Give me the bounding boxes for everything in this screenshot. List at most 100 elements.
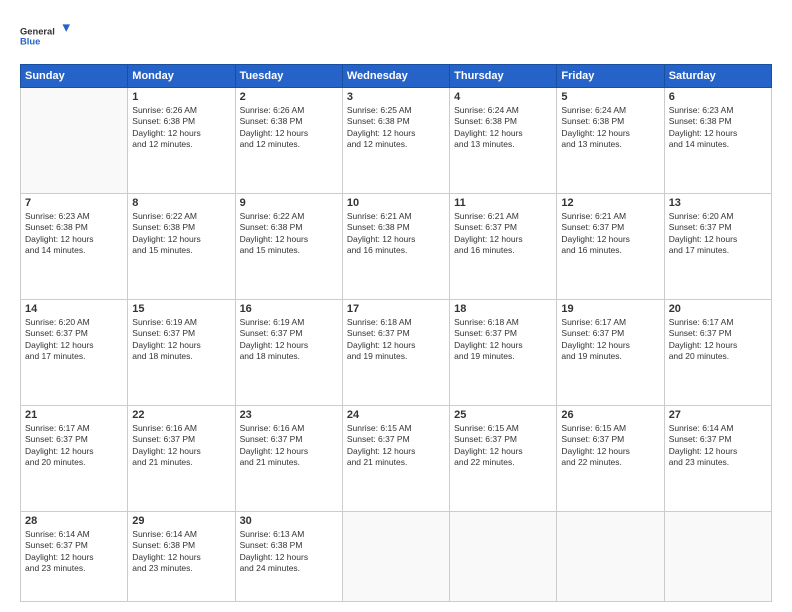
calendar-cell: 13 Sunrise: 6:20 AMSunset: 6:37 PMDayligh… <box>664 193 771 299</box>
day-number: 9 <box>240 197 338 209</box>
day-number: 6 <box>669 91 767 103</box>
logo: General Blue <box>20 16 70 54</box>
day-number: 11 <box>454 197 552 209</box>
weekday-header-wednesday: Wednesday <box>342 65 449 88</box>
day-info: Sunrise: 6:18 AMSunset: 6:37 PMDaylight:… <box>454 317 552 363</box>
weekday-header-friday: Friday <box>557 65 664 88</box>
day-info: Sunrise: 6:15 AMSunset: 6:37 PMDaylight:… <box>561 423 659 469</box>
day-info: Sunrise: 6:21 AMSunset: 6:37 PMDaylight:… <box>561 211 659 257</box>
day-number: 25 <box>454 409 552 421</box>
calendar-cell: 21 Sunrise: 6:17 AMSunset: 6:37 PMDayligh… <box>21 405 128 511</box>
calendar-cell: 14 Sunrise: 6:20 AMSunset: 6:37 PMDayligh… <box>21 299 128 405</box>
day-number: 21 <box>25 409 123 421</box>
calendar-cell: 16 Sunrise: 6:19 AMSunset: 6:37 PMDayligh… <box>235 299 342 405</box>
day-info: Sunrise: 6:16 AMSunset: 6:37 PMDaylight:… <box>240 423 338 469</box>
calendar-cell: 2 Sunrise: 6:26 AMSunset: 6:38 PMDaylight… <box>235 88 342 194</box>
day-info: Sunrise: 6:14 AMSunset: 6:37 PMDaylight:… <box>25 529 123 575</box>
day-info: Sunrise: 6:26 AMSunset: 6:38 PMDaylight:… <box>240 105 338 151</box>
day-number: 29 <box>132 515 230 527</box>
day-info: Sunrise: 6:15 AMSunset: 6:37 PMDaylight:… <box>454 423 552 469</box>
day-number: 4 <box>454 91 552 103</box>
week-row-1: 7Sunrise: 6:23 AMSunset: 6:38 PMDaylight… <box>21 193 772 299</box>
day-number: 24 <box>347 409 445 421</box>
calendar-cell: 10Sunrise: 6:21 AMSunset: 6:38 PMDayligh… <box>342 193 449 299</box>
day-number: 2 <box>240 91 338 103</box>
day-info: Sunrise: 6:17 AMSunset: 6:37 PMDaylight:… <box>669 317 767 363</box>
week-row-0: 1 Sunrise: 6:26 AMSunset: 6:38 PMDaylight… <box>21 88 772 194</box>
weekday-header-saturday: Saturday <box>664 65 771 88</box>
header: General Blue <box>20 16 772 54</box>
calendar-cell: 19Sunrise: 6:17 AMSunset: 6:37 PMDayligh… <box>557 299 664 405</box>
day-number: 20 <box>669 303 767 315</box>
day-info: Sunrise: 6:24 AMSunset: 6:38 PMDaylight:… <box>454 105 552 151</box>
calendar-cell: 12 Sunrise: 6:21 AMSunset: 6:37 PMDayligh… <box>557 193 664 299</box>
weekday-header-monday: Monday <box>128 65 235 88</box>
weekday-header-row: SundayMondayTuesdayWednesdayThursdayFrid… <box>21 65 772 88</box>
day-info: Sunrise: 6:17 AMSunset: 6:37 PMDaylight:… <box>561 317 659 363</box>
day-info: Sunrise: 6:13 AMSunset: 6:38 PMDaylight:… <box>240 529 338 575</box>
day-number: 18 <box>454 303 552 315</box>
calendar-cell: 6 Sunrise: 6:23 AMSunset: 6:38 PMDaylight… <box>664 88 771 194</box>
day-number: 16 <box>240 303 338 315</box>
calendar-cell: 9 Sunrise: 6:22 AMSunset: 6:38 PMDaylight… <box>235 193 342 299</box>
calendar-cell: 8Sunrise: 6:22 AMSunset: 6:38 PMDaylight… <box>128 193 235 299</box>
day-info: Sunrise: 6:26 AMSunset: 6:38 PMDaylight:… <box>132 105 230 151</box>
weekday-header-sunday: Sunday <box>21 65 128 88</box>
day-info: Sunrise: 6:25 AMSunset: 6:38 PMDaylight:… <box>347 105 445 151</box>
svg-text:Blue: Blue <box>20 36 40 46</box>
calendar-cell: 18 Sunrise: 6:18 AMSunset: 6:37 PMDayligh… <box>450 299 557 405</box>
day-number: 17 <box>347 303 445 315</box>
calendar-cell <box>557 511 664 601</box>
day-info: Sunrise: 6:17 AMSunset: 6:37 PMDaylight:… <box>25 423 123 469</box>
calendar-cell: 30 Sunrise: 6:13 AMSunset: 6:38 PMDayligh… <box>235 511 342 601</box>
calendar-cell: 29Sunrise: 6:14 AMSunset: 6:38 PMDayligh… <box>128 511 235 601</box>
day-number: 14 <box>25 303 123 315</box>
calendar-cell: 25 Sunrise: 6:15 AMSunset: 6:37 PMDayligh… <box>450 405 557 511</box>
day-number: 27 <box>669 409 767 421</box>
day-info: Sunrise: 6:21 AMSunset: 6:38 PMDaylight:… <box>347 211 445 257</box>
weekday-header-tuesday: Tuesday <box>235 65 342 88</box>
day-info: Sunrise: 6:19 AMSunset: 6:37 PMDaylight:… <box>240 317 338 363</box>
calendar-cell: 26Sunrise: 6:15 AMSunset: 6:37 PMDayligh… <box>557 405 664 511</box>
day-number: 1 <box>132 91 230 103</box>
day-number: 12 <box>561 197 659 209</box>
weekday-header-thursday: Thursday <box>450 65 557 88</box>
day-number: 22 <box>132 409 230 421</box>
logo-svg: General Blue <box>20 16 70 54</box>
day-info: Sunrise: 6:23 AMSunset: 6:38 PMDaylight:… <box>669 105 767 151</box>
page: General Blue SundayMondayTuesdayWednesda… <box>0 0 792 612</box>
calendar-cell: 7Sunrise: 6:23 AMSunset: 6:38 PMDaylight… <box>21 193 128 299</box>
day-info: Sunrise: 6:21 AMSunset: 6:37 PMDaylight:… <box>454 211 552 257</box>
calendar-cell: 4 Sunrise: 6:24 AMSunset: 6:38 PMDaylight… <box>450 88 557 194</box>
calendar-cell: 5Sunrise: 6:24 AMSunset: 6:38 PMDaylight… <box>557 88 664 194</box>
week-row-3: 21 Sunrise: 6:17 AMSunset: 6:37 PMDayligh… <box>21 405 772 511</box>
calendar-cell: 17 Sunrise: 6:18 AMSunset: 6:37 PMDayligh… <box>342 299 449 405</box>
day-info: Sunrise: 6:16 AMSunset: 6:37 PMDaylight:… <box>132 423 230 469</box>
day-info: Sunrise: 6:15 AMSunset: 6:37 PMDaylight:… <box>347 423 445 469</box>
day-number: 3 <box>347 91 445 103</box>
calendar-cell: 24 Sunrise: 6:15 AMSunset: 6:37 PMDayligh… <box>342 405 449 511</box>
day-info: Sunrise: 6:20 AMSunset: 6:37 PMDaylight:… <box>25 317 123 363</box>
day-number: 13 <box>669 197 767 209</box>
week-row-2: 14 Sunrise: 6:20 AMSunset: 6:37 PMDayligh… <box>21 299 772 405</box>
day-number: 23 <box>240 409 338 421</box>
calendar-cell <box>342 511 449 601</box>
calendar-cell <box>450 511 557 601</box>
day-info: Sunrise: 6:22 AMSunset: 6:38 PMDaylight:… <box>132 211 230 257</box>
calendar-cell: 3 Sunrise: 6:25 AMSunset: 6:38 PMDaylight… <box>342 88 449 194</box>
calendar-cell: 15Sunrise: 6:19 AMSunset: 6:37 PMDayligh… <box>128 299 235 405</box>
calendar-table: SundayMondayTuesdayWednesdayThursdayFrid… <box>20 64 772 602</box>
day-info: Sunrise: 6:18 AMSunset: 6:37 PMDaylight:… <box>347 317 445 363</box>
day-number: 15 <box>132 303 230 315</box>
calendar-cell: 20 Sunrise: 6:17 AMSunset: 6:37 PMDayligh… <box>664 299 771 405</box>
calendar-cell: 27 Sunrise: 6:14 AMSunset: 6:37 PMDayligh… <box>664 405 771 511</box>
day-info: Sunrise: 6:20 AMSunset: 6:37 PMDaylight:… <box>669 211 767 257</box>
svg-text:General: General <box>20 26 55 36</box>
calendar-cell <box>21 88 128 194</box>
day-info: Sunrise: 6:14 AMSunset: 6:37 PMDaylight:… <box>669 423 767 469</box>
week-row-4: 28Sunrise: 6:14 AMSunset: 6:37 PMDayligh… <box>21 511 772 601</box>
day-info: Sunrise: 6:24 AMSunset: 6:38 PMDaylight:… <box>561 105 659 151</box>
day-number: 30 <box>240 515 338 527</box>
calendar-cell: 11 Sunrise: 6:21 AMSunset: 6:37 PMDayligh… <box>450 193 557 299</box>
day-info: Sunrise: 6:22 AMSunset: 6:38 PMDaylight:… <box>240 211 338 257</box>
